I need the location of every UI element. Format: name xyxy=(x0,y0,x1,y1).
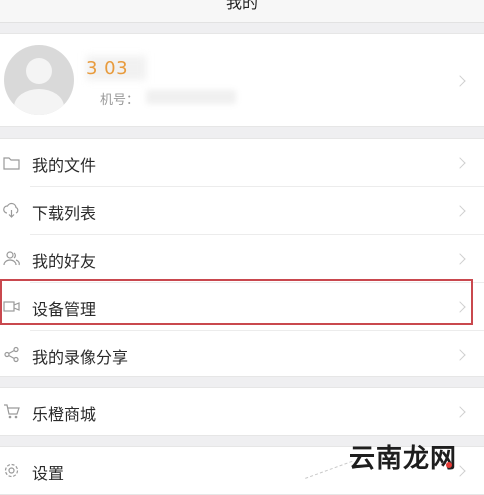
title-bar: 我的 xyxy=(0,0,484,23)
menu-item-download-list[interactable]: 下载列表 xyxy=(0,187,484,234)
menu-item-my-files[interactable]: 我的文件 xyxy=(0,139,484,186)
phone-label: 机号： xyxy=(100,93,140,108)
chevron-right-icon xyxy=(454,406,466,418)
menu-item-label: 我的录像分享 xyxy=(32,348,129,367)
folder-icon xyxy=(3,157,20,170)
chevron-right-icon xyxy=(454,349,466,361)
menu-item-label: 设置 xyxy=(32,464,65,483)
watermark-dot xyxy=(446,462,452,468)
friends-icon xyxy=(3,251,20,266)
chevron-right-icon xyxy=(454,253,466,265)
menu-item-label: 我的文件 xyxy=(32,156,97,175)
watermark-text: 云南龙网 xyxy=(349,444,458,474)
menu-item-label: 下载列表 xyxy=(32,204,97,223)
gear-icon xyxy=(4,463,19,478)
cloud-download-icon xyxy=(3,202,19,218)
chevron-right-icon xyxy=(454,205,466,217)
menu-group-shop: 乐橙商城 xyxy=(0,387,484,436)
chevron-right-icon xyxy=(454,75,466,87)
menu-item-my-recording-share[interactable]: 我的录像分享 xyxy=(0,331,484,378)
menu-item-my-friends[interactable]: 我的好友 xyxy=(0,235,484,282)
phone-number-blur xyxy=(146,90,236,104)
chevron-right-icon xyxy=(454,157,466,169)
menu-item-label: 乐橙商城 xyxy=(32,405,97,424)
share-icon xyxy=(4,346,19,363)
profile-card[interactable]: 3 03 机号： xyxy=(0,33,484,127)
page-title: 我的 xyxy=(225,0,258,12)
menu-group-main: 我的文件 下载列表 我的好友 设备管理 我的录像分享 xyxy=(0,138,484,377)
cart-icon xyxy=(4,404,20,419)
menu-item-shop[interactable]: 乐橙商城 xyxy=(0,388,484,435)
menu-item-label: 我的好友 xyxy=(32,252,97,271)
highlight-box xyxy=(0,279,473,325)
avatar[interactable] xyxy=(4,45,74,115)
username: 3 03 xyxy=(86,58,129,79)
